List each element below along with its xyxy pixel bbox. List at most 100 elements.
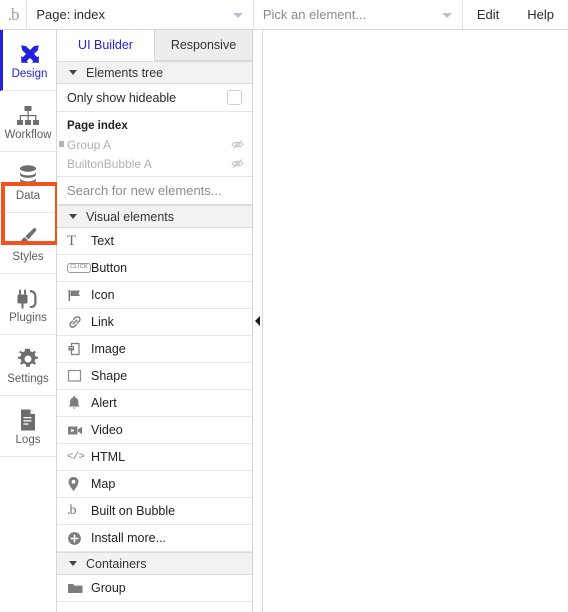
video-camera-icon bbox=[67, 424, 91, 437]
element-item-icon[interactable]: Icon bbox=[57, 282, 252, 309]
rail-label-plugins: Plugins bbox=[9, 311, 47, 324]
design-canvas[interactable] bbox=[253, 30, 568, 612]
element-item-video[interactable]: Video bbox=[57, 417, 252, 444]
element-item-label: Icon bbox=[91, 288, 115, 302]
plus-circle-icon bbox=[67, 531, 91, 546]
menu-edit[interactable]: Edit bbox=[463, 0, 513, 29]
tab-ui-builder[interactable]: UI Builder bbox=[57, 30, 155, 61]
plug-icon bbox=[16, 284, 40, 310]
element-item-label: Text bbox=[91, 234, 114, 248]
section-visual-elements-label: Visual elements bbox=[86, 209, 175, 224]
triangle-left-icon bbox=[255, 316, 260, 326]
workflow-icon bbox=[16, 101, 40, 127]
paintbrush-icon bbox=[16, 223, 40, 249]
element-item-label: Link bbox=[91, 315, 114, 329]
element-item-label: Built on Bubble bbox=[91, 504, 176, 518]
bubble-logo-icon: .b bbox=[7, 4, 20, 24]
element-item-image[interactable]: Image bbox=[57, 336, 252, 363]
page-selector-label: Page: index bbox=[36, 7, 105, 22]
tree-node-page-index[interactable]: Page index bbox=[57, 116, 252, 135]
rail-item-plugins[interactable]: Plugins bbox=[0, 274, 56, 335]
element-item-group[interactable]: Group bbox=[57, 575, 252, 602]
element-item-map[interactable]: Map bbox=[57, 471, 252, 498]
element-item-label: Map bbox=[91, 477, 116, 491]
rail-label-data: Data bbox=[15, 189, 41, 202]
tree-node-label: BuiltonBubble A bbox=[67, 156, 152, 171]
rail-item-workflow[interactable]: Workflow bbox=[0, 91, 56, 152]
search-new-elements-input[interactable] bbox=[67, 183, 252, 198]
only-show-hideable-label: Only show hideable bbox=[67, 90, 177, 105]
only-show-hideable-checkbox[interactable] bbox=[227, 90, 242, 105]
map-pin-icon bbox=[67, 476, 91, 492]
rail-label-workflow: Workflow bbox=[4, 128, 52, 141]
tree-node-marker bbox=[59, 141, 64, 147]
element-item-shape[interactable]: Shape bbox=[57, 363, 252, 390]
element-item-label: Button bbox=[91, 261, 128, 275]
triangle-down-icon bbox=[69, 70, 77, 75]
page-selector[interactable]: Page: index bbox=[27, 0, 254, 29]
bubble-editor-window: .b Page: index Pick an element... Edit H… bbox=[0, 0, 568, 612]
rail-item-styles[interactable]: Styles bbox=[0, 213, 56, 274]
bell-icon bbox=[67, 395, 91, 411]
element-item-label: Group bbox=[91, 581, 126, 595]
panel-tabs: UI Builder Responsive bbox=[57, 30, 252, 61]
section-containers-label: Containers bbox=[86, 556, 147, 571]
element-item-label: Video bbox=[91, 423, 123, 437]
chain-link-icon bbox=[67, 314, 91, 330]
element-picker-placeholder: Pick an element... bbox=[262, 7, 367, 22]
tree-node-label: Page index bbox=[67, 119, 128, 132]
top-toolbar: .b Page: index Pick an element... Edit H… bbox=[0, 0, 568, 30]
element-item-built-on-bubble[interactable]: .b Built on Bubble bbox=[57, 498, 252, 525]
elements-tree: Page index Group A BuiltonBubble A bbox=[57, 112, 252, 177]
flag-icon bbox=[67, 288, 91, 303]
section-containers[interactable]: Containers bbox=[57, 552, 252, 575]
menu-help[interactable]: Help bbox=[513, 0, 568, 29]
only-show-hideable-row[interactable]: Only show hideable bbox=[57, 84, 252, 112]
tab-responsive[interactable]: Responsive bbox=[155, 30, 252, 60]
editor-body: Design Workflow Data Styles Plugins Sett… bbox=[0, 30, 568, 612]
element-item-text[interactable]: T Text bbox=[57, 228, 252, 255]
tree-node-group-a[interactable]: Group A bbox=[57, 135, 252, 154]
element-item-alert[interactable]: Alert bbox=[57, 390, 252, 417]
rail-item-design[interactable]: Design bbox=[0, 30, 56, 91]
document-lines-icon bbox=[18, 406, 38, 432]
eye-slash-icon[interactable] bbox=[231, 139, 244, 150]
bubble-logo[interactable]: .b bbox=[0, 0, 28, 29]
bubble-logo-icon: .b bbox=[67, 503, 76, 518]
panel-collapse-handle[interactable] bbox=[253, 30, 263, 612]
element-item-button[interactable]: CLICK Button bbox=[57, 255, 252, 282]
search-new-elements-row[interactable] bbox=[57, 177, 252, 205]
click-button-icon: CLICK bbox=[67, 262, 92, 274]
element-item-label: HTML bbox=[91, 450, 126, 464]
element-picker[interactable]: Pick an element... bbox=[254, 0, 463, 29]
folder-icon bbox=[67, 582, 91, 595]
rail-label-styles: Styles bbox=[12, 250, 44, 263]
element-item-label: Alert bbox=[91, 396, 117, 410]
containers-list: Group bbox=[57, 575, 252, 602]
element-item-html[interactable]: </> HTML bbox=[57, 444, 252, 471]
code-brackets-icon: </> bbox=[67, 451, 85, 463]
serif-t-icon: T bbox=[67, 232, 77, 249]
gear-icon bbox=[16, 345, 40, 371]
triangle-down-icon bbox=[69, 214, 77, 219]
rail-label-logs: Logs bbox=[15, 433, 41, 446]
database-icon bbox=[17, 162, 39, 188]
section-visual-elements[interactable]: Visual elements bbox=[57, 205, 252, 228]
eye-slash-icon[interactable] bbox=[231, 158, 244, 169]
tree-node-label: Group A bbox=[67, 137, 112, 152]
triangle-down-icon bbox=[69, 561, 77, 566]
rail-item-settings[interactable]: Settings bbox=[0, 335, 56, 396]
section-elements-tree-label: Elements tree bbox=[86, 65, 164, 80]
section-elements-tree[interactable]: Elements tree bbox=[57, 61, 252, 84]
square-icon bbox=[67, 369, 91, 383]
rail-item-data[interactable]: Data bbox=[0, 152, 56, 213]
element-item-label: Image bbox=[91, 342, 126, 356]
left-rail-nav: Design Workflow Data Styles Plugins Sett… bbox=[0, 30, 59, 612]
tree-node-builtonbubble-a[interactable]: BuiltonBubble A bbox=[57, 154, 252, 173]
rail-item-logs[interactable]: Logs bbox=[0, 396, 56, 457]
element-item-install-more[interactable]: Install more... bbox=[57, 525, 252, 552]
element-item-link[interactable]: Link bbox=[57, 309, 252, 336]
image-icon bbox=[67, 341, 91, 357]
rail-label-design: Design bbox=[11, 67, 48, 80]
chevron-down-icon bbox=[232, 12, 243, 18]
